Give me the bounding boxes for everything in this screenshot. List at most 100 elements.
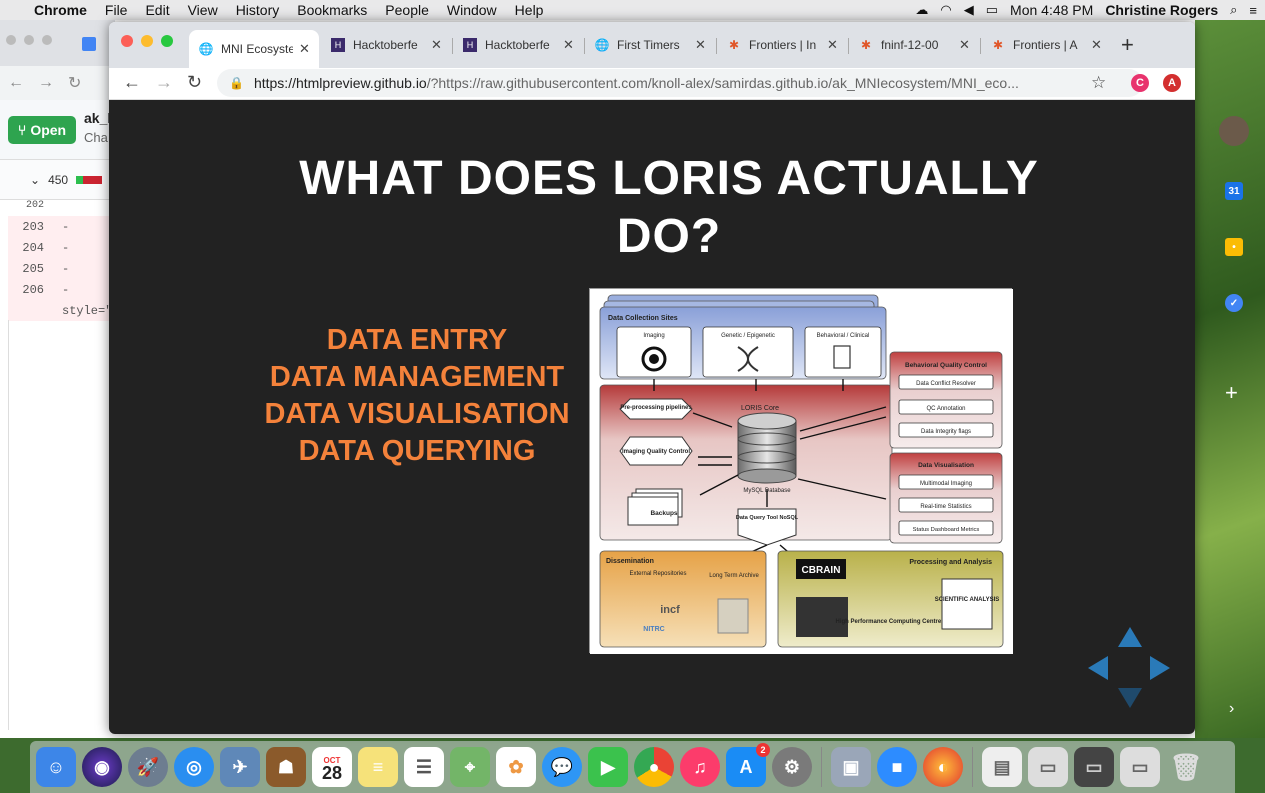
nav-left-button[interactable] bbox=[1088, 656, 1108, 680]
safari-icon[interactable]: ◎ bbox=[174, 747, 214, 787]
maps-icon[interactable]: ⌖ bbox=[450, 747, 490, 787]
nav-up-button[interactable] bbox=[1118, 627, 1142, 647]
vis-item: Status Dashboard Metrics bbox=[913, 527, 980, 533]
close-tab-icon[interactable]: ✕ bbox=[695, 37, 706, 53]
bullet-data-management: DATA MANAGEMENT bbox=[269, 361, 565, 393]
tab-fninf[interactable]: ✱ fninf-12-00 ✕ bbox=[849, 30, 979, 60]
user-name[interactable]: Christine Rogers bbox=[1105, 2, 1218, 18]
menu-help[interactable]: Help bbox=[515, 2, 544, 18]
chrome-icon[interactable]: ● bbox=[634, 747, 674, 787]
menu-history[interactable]: History bbox=[236, 2, 280, 18]
lock-icon[interactable]: 🔒 bbox=[229, 76, 244, 90]
frontiers-icon: ✱ bbox=[992, 38, 1004, 52]
collapse-chevron-icon[interactable]: ⌄ bbox=[30, 173, 40, 187]
nav-down-button[interactable] bbox=[1118, 688, 1142, 708]
forward-icon[interactable]: → bbox=[155, 72, 173, 93]
battery-icon[interactable]: ▭ bbox=[986, 2, 998, 18]
diff-count: 450 bbox=[48, 172, 69, 187]
clock[interactable]: Mon 4:48 PM bbox=[1010, 2, 1093, 18]
bookmark-star-icon[interactable]: ☆ bbox=[1091, 73, 1106, 93]
document-thumbnail[interactable]: ▤ bbox=[982, 747, 1022, 787]
expand-panel-icon[interactable]: › bbox=[1229, 700, 1234, 718]
close-tab-icon[interactable]: ✕ bbox=[431, 37, 442, 53]
system-preferences-icon[interactable]: ⚙ bbox=[772, 747, 812, 787]
reload-icon[interactable]: ↻ bbox=[187, 72, 202, 93]
messages-icon[interactable]: 💬 bbox=[542, 747, 582, 787]
menu-view[interactable]: View bbox=[188, 2, 218, 18]
extension-c-icon[interactable]: C bbox=[1131, 74, 1149, 92]
preview-icon[interactable]: ✈ bbox=[220, 747, 260, 787]
tab-hacktoberfest-1[interactable]: H Hacktoberfe ✕ bbox=[321, 30, 451, 60]
close-tab-icon[interactable]: ✕ bbox=[563, 37, 574, 53]
diff-line-number[interactable]: 205 bbox=[8, 258, 54, 279]
new-tab-button[interactable]: + bbox=[1121, 32, 1134, 58]
back-icon[interactable]: ← bbox=[123, 72, 141, 93]
add-addon-icon[interactable]: + bbox=[1225, 380, 1238, 406]
facetime-icon[interactable]: ▶ bbox=[588, 747, 628, 787]
trash-icon[interactable]: 🗑 bbox=[1166, 747, 1206, 787]
diff-line-number[interactable]: 206 bbox=[8, 279, 54, 300]
menu-window[interactable]: Window bbox=[447, 2, 497, 18]
app-store-icon[interactable]: A2 bbox=[726, 743, 770, 787]
diff-line-number[interactable]: 203 bbox=[8, 216, 54, 237]
maximize-window-button[interactable] bbox=[161, 35, 173, 47]
finder-icon[interactable]: ☺ bbox=[36, 747, 76, 787]
close-window-button[interactable] bbox=[121, 35, 133, 47]
tab-mni-ecosystem[interactable]: 🌐 MNI Ecosyste ✕ bbox=[189, 30, 319, 68]
hacktoberfest-icon: H bbox=[331, 38, 345, 52]
preproc-label: Pre-processing pipelines bbox=[620, 405, 692, 411]
tab-title: Hacktoberfe bbox=[353, 38, 418, 52]
docs-icon[interactable] bbox=[82, 37, 96, 51]
volume-icon[interactable]: ◀ bbox=[964, 2, 974, 18]
close-tab-icon[interactable]: ✕ bbox=[827, 37, 838, 53]
bg-forward-icon[interactable]: → bbox=[38, 74, 54, 92]
spotlight-icon[interactable]: ⌕ bbox=[1230, 2, 1237, 18]
tab-frontiers-1[interactable]: ✱ Frontiers | In ✕ bbox=[717, 30, 847, 60]
bg-reload-icon[interactable]: ↻ bbox=[68, 73, 81, 93]
itunes-icon[interactable]: ♫ bbox=[680, 747, 720, 787]
avatar[interactable] bbox=[1219, 116, 1249, 146]
menu-app-name[interactable]: Chrome bbox=[34, 2, 87, 18]
diff-line-number[interactable]: 204 bbox=[8, 237, 54, 258]
menu-bookmarks[interactable]: Bookmarks bbox=[297, 2, 367, 18]
firefox-icon[interactable]: ◐ bbox=[923, 747, 963, 787]
diff-line-number[interactable]: 202 bbox=[8, 200, 54, 211]
address-bar[interactable]: 🔒 https://htmlpreview.github.io/?https:/… bbox=[217, 69, 1143, 97]
open-button[interactable]: ⑂ Open bbox=[8, 116, 76, 144]
tasks-icon[interactable]: ✓ bbox=[1225, 294, 1243, 312]
diff-line-number[interactable] bbox=[8, 300, 54, 321]
window-thumbnail[interactable]: ▭ bbox=[1074, 747, 1114, 787]
nav-right-button[interactable] bbox=[1150, 656, 1170, 680]
close-tab-icon[interactable]: ✕ bbox=[299, 41, 310, 57]
keep-icon[interactable]: • bbox=[1225, 238, 1243, 256]
diffstat-bars bbox=[76, 175, 103, 184]
pr-title[interactable]: ak_l bbox=[84, 110, 111, 126]
menu-people[interactable]: People bbox=[385, 2, 429, 18]
window-thumbnail[interactable]: ▭ bbox=[1120, 747, 1160, 787]
zoom-icon[interactable]: ■ bbox=[877, 747, 917, 787]
window-thumbnail[interactable]: ▭ bbox=[1028, 747, 1068, 787]
tab-frontiers-2[interactable]: ✱ Frontiers | A ✕ bbox=[981, 30, 1111, 60]
calendar-app-icon[interactable]: OCT 28 bbox=[312, 747, 352, 787]
contacts-icon[interactable]: ☗ bbox=[266, 747, 306, 787]
menu-file[interactable]: File bbox=[105, 2, 128, 18]
siri-icon[interactable]: ◉ bbox=[82, 747, 122, 787]
notes-icon[interactable]: ≡ bbox=[358, 747, 398, 787]
reminders-icon[interactable]: ☰ bbox=[404, 747, 444, 787]
tab-first-timers[interactable]: 🌐 First Timers ✕ bbox=[585, 30, 715, 60]
extension-a-icon[interactable]: A bbox=[1163, 74, 1181, 92]
image-capture-icon[interactable]: ▣ bbox=[831, 747, 871, 787]
diff-line: 202 bbox=[8, 200, 118, 211]
calendar-icon[interactable]: 31 bbox=[1225, 182, 1243, 200]
bg-back-icon[interactable]: ← bbox=[8, 74, 24, 92]
creative-cloud-icon[interactable]: ☁ bbox=[915, 2, 928, 18]
launchpad-icon[interactable]: 🚀 bbox=[128, 747, 168, 787]
minimize-window-button[interactable] bbox=[141, 35, 153, 47]
photos-icon[interactable]: ✿ bbox=[496, 747, 536, 787]
close-tab-icon[interactable]: ✕ bbox=[959, 37, 970, 53]
wifi-icon[interactable]: ◠ bbox=[940, 2, 951, 18]
menu-edit[interactable]: Edit bbox=[145, 2, 169, 18]
notification-center-icon[interactable]: ≡ bbox=[1249, 3, 1257, 18]
tab-hacktoberfest-2[interactable]: H Hacktoberfe ✕ bbox=[453, 30, 583, 60]
close-tab-icon[interactable]: ✕ bbox=[1091, 37, 1102, 53]
